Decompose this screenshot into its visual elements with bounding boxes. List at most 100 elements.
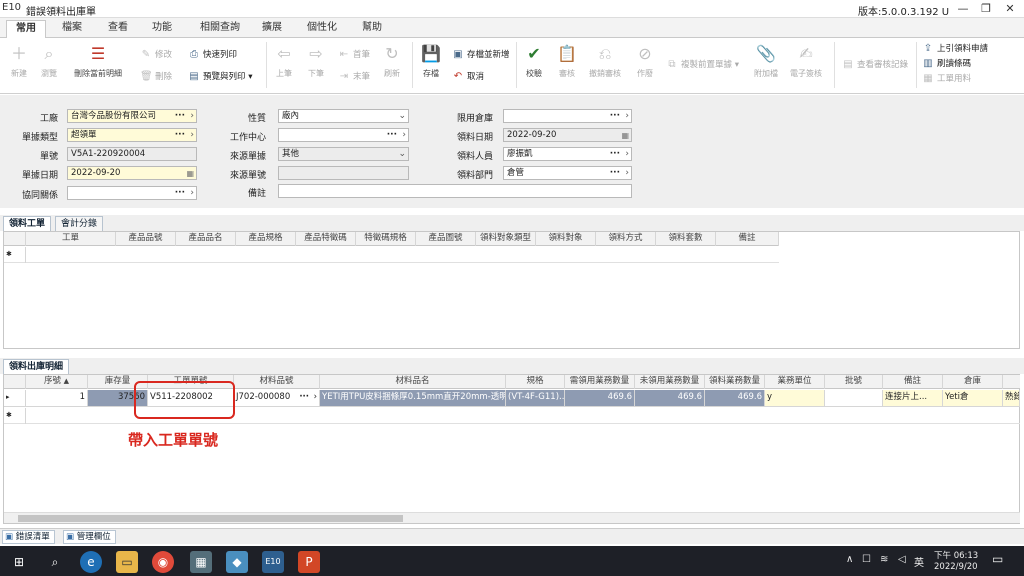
col-header[interactable]: 批號 xyxy=(825,375,883,389)
menu-tab-view[interactable]: 查看 xyxy=(100,20,136,38)
col-header[interactable]: 需領用業務數量 xyxy=(565,375,635,389)
lookup-icon[interactable]: ··· xyxy=(175,187,185,199)
col-header[interactable]: 倉庫 xyxy=(943,375,1003,389)
col-header[interactable]: 序號 ▲ xyxy=(26,375,88,389)
lookup-icon[interactable]: ··· xyxy=(387,129,397,141)
cell-remark[interactable]: 连接片上... xyxy=(883,390,943,406)
doctype-field[interactable]: 超領單 ··· › xyxy=(67,128,197,142)
workcenter-field[interactable]: ··· › xyxy=(278,128,409,142)
col-header[interactable]: 工單 xyxy=(26,232,116,246)
barcode-button[interactable]: ▥ 刷讀條碼 xyxy=(922,57,971,69)
clock-time[interactable]: 下午 06:13 xyxy=(934,549,978,561)
col-header[interactable]: 業務單位 xyxy=(765,375,825,389)
delete-current-detail-button[interactable]: ☰ 刪除當前明細 xyxy=(66,43,130,79)
cell-need-qty[interactable]: 469.6 xyxy=(565,390,635,406)
lookup-icon[interactable]: ··· xyxy=(610,167,620,179)
last-record-button[interactable]: ⇥ 末筆 xyxy=(338,70,370,82)
lookup-icon[interactable]: ··· xyxy=(610,110,620,122)
srctype-select[interactable]: 其他 ⌄ xyxy=(278,147,409,161)
first-record-button[interactable]: ⇤ 首筆 xyxy=(338,48,370,60)
col-header[interactable]: 材料品名 xyxy=(320,375,506,389)
prev-record-button[interactable]: ⇦ 上筆 xyxy=(266,43,302,79)
lookup-icon[interactable]: ··· xyxy=(175,110,185,122)
cell-spec[interactable]: (VT-4F-G11)... xyxy=(506,390,565,406)
cancel-button[interactable]: ↶ 取消 xyxy=(452,70,484,82)
cell-material-no[interactable]: J702-000080 ··· › xyxy=(234,390,320,406)
calendar-icon[interactable]: ▦ xyxy=(186,168,194,179)
tab-accounting-entry[interactable]: 會計分錄 xyxy=(55,216,104,231)
col-header[interactable]: 特徵碼規格 xyxy=(356,232,416,246)
windows-start-icon[interactable]: ⊞ xyxy=(8,551,30,573)
col-header[interactable]: 備註 xyxy=(716,232,779,246)
factory-field[interactable]: 台灣今品股份有限公司 ··· › xyxy=(67,109,197,123)
cell-unit[interactable]: y xyxy=(765,390,825,406)
search-icon[interactable]: ⌕ xyxy=(44,551,66,573)
col-header[interactable]: 材料品號 xyxy=(234,375,320,389)
horizontal-scrollbar[interactable] xyxy=(4,512,1020,523)
network-icon[interactable]: ☐ xyxy=(862,554,871,565)
col-header[interactable]: 領料套數 xyxy=(656,232,716,246)
modify-button[interactable]: ✎ 修改 xyxy=(140,48,172,60)
restore-button[interactable]: ❐ xyxy=(975,0,997,18)
wo-material-button[interactable]: ▦ 工單用料 xyxy=(922,72,971,84)
tab-pick-work-order[interactable]: 領料工單 xyxy=(3,216,52,231)
warehouse-field[interactable]: ··· › xyxy=(503,109,632,123)
esign-button[interactable]: ✍ 電子簽核 xyxy=(786,43,826,79)
quick-print-button[interactable]: ⎙ 快速列印 xyxy=(188,48,237,60)
remark-field[interactable] xyxy=(278,184,632,198)
nature-select[interactable]: 廠內 ⌄ xyxy=(278,109,409,123)
e10-app-icon[interactable]: E10 xyxy=(262,551,284,573)
col-header[interactable]: 未領用業務數量 xyxy=(635,375,705,389)
col-header[interactable]: 領料對象 xyxy=(536,232,596,246)
col-header[interactable]: 產品品號 xyxy=(116,232,176,246)
cite-request-button[interactable]: ⇪ 上引領料申請 xyxy=(922,42,988,54)
powerpoint-icon[interactable]: P xyxy=(298,551,320,573)
col-header[interactable]: 產品圖號 xyxy=(416,232,476,246)
volume-icon[interactable]: ◁ xyxy=(898,554,906,565)
save-button[interactable]: 💾 存檔 xyxy=(413,43,449,79)
calculator-icon[interactable]: ▦ xyxy=(190,551,212,573)
cell-material-name[interactable]: YETI用TPU皮料捆條厚0.15mm直开20mm-透明 xyxy=(320,390,506,406)
new-row[interactable]: ✱ xyxy=(4,247,779,263)
chrome-icon[interactable]: ◉ xyxy=(152,551,174,573)
lookup-icon[interactable]: ··· xyxy=(610,148,620,160)
pickdate-field[interactable]: 2022-09-20 ▦ xyxy=(503,128,632,142)
tray-chevron-icon[interactable]: ∧ xyxy=(846,554,853,565)
cell-extra[interactable]: 熱錄 xyxy=(1003,390,1020,406)
attachment-button[interactable]: 📎 附加檔 xyxy=(748,43,784,79)
menu-tab-extend[interactable]: 擴展 xyxy=(254,20,290,38)
void-button[interactable]: ⊘ 作廢 xyxy=(627,43,663,79)
cell-seq[interactable]: 1 xyxy=(26,390,88,406)
partner-field[interactable]: ··· › xyxy=(67,186,197,200)
docdate-field[interactable]: 2022-09-20 ▦ xyxy=(67,166,197,180)
menu-tab-help[interactable]: 幫助 xyxy=(354,20,390,38)
tab-outbound-detail[interactable]: 領料出庫明細 xyxy=(3,359,70,374)
copy-prev-doc-button[interactable]: ⧉ 複製前置單據 ▾ xyxy=(666,58,739,70)
col-header[interactable]: 產品特徵碼 xyxy=(296,232,356,246)
srcno-field[interactable] xyxy=(278,166,409,180)
scrollbar-thumb[interactable] xyxy=(18,515,403,522)
notification-icon[interactable]: ▭ xyxy=(992,552,1003,566)
lookup-icon[interactable]: ··· xyxy=(175,129,185,141)
app-icon[interactable]: ◆ xyxy=(226,551,248,573)
calendar-icon[interactable]: ▦ xyxy=(621,130,629,141)
file-explorer-icon[interactable]: ▭ xyxy=(116,551,138,573)
menu-tab-personalize[interactable]: 個性化 xyxy=(302,20,342,38)
refresh-button[interactable]: ↻ 刷新 xyxy=(374,43,410,79)
col-header[interactable]: 領料業務數量 xyxy=(705,375,765,389)
menu-tab-function[interactable]: 功能 xyxy=(144,20,180,38)
cell-lot[interactable] xyxy=(825,390,883,406)
unreview-button[interactable]: ⎌ 撤銷審核 xyxy=(587,43,623,79)
col-header[interactable]: 產品規格 xyxy=(236,232,296,246)
next-record-button[interactable]: ⇨ 下筆 xyxy=(298,43,334,79)
edge-icon[interactable]: e xyxy=(80,551,102,573)
validate-button[interactable]: ✔ 校驗 xyxy=(516,43,552,79)
col-header[interactable]: 產品品名 xyxy=(176,232,236,246)
menu-tab-related-query[interactable]: 相關查詢 xyxy=(192,20,248,38)
save-and-new-button[interactable]: ▣ 存檔並新增 xyxy=(452,48,509,60)
manage-fields-tab[interactable]: ▣ 管理欄位 xyxy=(63,530,116,544)
pickdept-field[interactable]: 倉管 ··· › xyxy=(503,166,632,180)
cell-warehouse[interactable]: Yeti倉 xyxy=(943,390,1003,406)
col-header[interactable]: 備註 xyxy=(883,375,943,389)
wifi-icon[interactable]: ≋ xyxy=(880,554,888,565)
